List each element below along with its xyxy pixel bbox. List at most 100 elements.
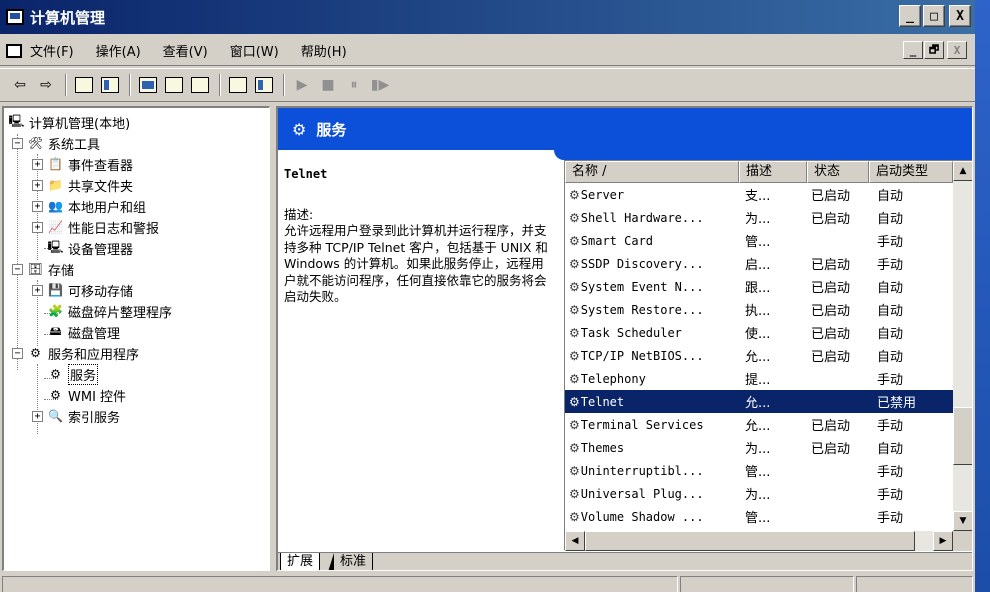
menu-window[interactable]: 窗口(W) [230, 41, 279, 60]
tab-extended[interactable]: 扩展 [280, 553, 321, 570]
menu-help[interactable]: 帮助(H) [301, 41, 347, 60]
expand-icon[interactable]: + [32, 410, 43, 422]
console-tree[interactable]: 🖳 计算机管理(本地) − 🛠 系统工具 + 📋 事件查看器 + 📁 共享文件夹… [2, 106, 270, 571]
tree-node-performance-logs[interactable]: + 📈 性能日志和警报 [32, 217, 159, 237]
tree-node-label: 性能日志和警报 [68, 221, 160, 237]
service-gear-icon: ⚙ [569, 394, 580, 409]
column-header-name[interactable]: 名称 / [565, 161, 739, 183]
tab-standard[interactable]: 标准 [327, 553, 374, 570]
refresh-button[interactable] [162, 73, 186, 97]
toolbar: ⇦ ⇨ ▶ ■ ⏸ ▮▶ [0, 68, 975, 102]
collapse-icon[interactable]: − [12, 263, 23, 275]
service-status-cell: 已启动 [811, 442, 851, 457]
tree-node-event-viewer[interactable]: + 📋 事件查看器 [32, 154, 133, 174]
expand-icon[interactable]: + [32, 158, 43, 170]
tree-node-local-users[interactable]: + 👥 本地用户和组 [32, 196, 146, 216]
restart-service-button[interactable]: ▮▶ [368, 73, 392, 97]
tree-node-removable-storage[interactable]: + 💾 可移动存储 [32, 280, 133, 300]
list-item[interactable]: ⚙ TCP/IP NetBIOS... 允... 已启动 自动 [565, 344, 953, 367]
expand-icon[interactable]: + [32, 284, 43, 296]
toolbar-separator [65, 74, 67, 96]
service-name-cell: ⚙ Terminal Services [565, 418, 735, 432]
tree-node-services-apps[interactable]: − ⚙ 服务和应用程序 [12, 343, 139, 363]
start-service-button[interactable]: ▶ [290, 73, 314, 97]
service-startup-type-cell: 手动 [877, 488, 904, 503]
scroll-up-button[interactable]: ▲ [953, 161, 972, 181]
service-name-cell: ⚙ TCP/IP NetBIOS... [565, 349, 735, 363]
system-menu-icon[interactable] [6, 43, 22, 58]
service-name: Task Scheduler [580, 325, 682, 340]
services-apps-icon: ⚙ [30, 346, 41, 360]
expand-icon[interactable]: + [32, 179, 43, 191]
horizontal-scroll-thumb[interactable] [585, 531, 915, 551]
list-item[interactable]: ⚙ Task Scheduler 使... 已启动 自动 [565, 321, 953, 344]
properties-button[interactable] [136, 73, 160, 97]
tree-node-shared-folders[interactable]: + 📁 共享文件夹 [32, 175, 133, 195]
column-header-status[interactable]: 状态 [807, 161, 869, 183]
tree-node-disk-management[interactable]: 🖴 磁盘管理 [47, 322, 120, 342]
menu-file[interactable]: 文件(F) [30, 41, 74, 60]
collapse-icon[interactable]: − [12, 347, 23, 359]
horizontal-scrollbar[interactable]: ◀ ▶ [565, 531, 953, 551]
maximize-button[interactable]: □ [923, 5, 945, 27]
scroll-right-button[interactable]: ▶ [933, 531, 953, 551]
mdi-restore-button[interactable]: 🗗 [924, 41, 944, 59]
column-header-description[interactable]: 描述 [739, 161, 807, 183]
tree-node-indexing-service[interactable]: + 🔍 索引服务 [32, 406, 120, 426]
services-list[interactable]: 名称 / 描述 状态 启动类型 ⚙ Server 支... 已启动 自动 ⚙ Shell H… [564, 160, 972, 551]
expand-icon[interactable]: + [32, 221, 43, 233]
list-item[interactable]: ⚙ System Event N... 跟... 已启动 自动 [565, 275, 953, 298]
expand-icon[interactable]: + [32, 200, 43, 212]
list-item[interactable]: ⚙ Telnet 允... 已禁用 [565, 390, 953, 413]
vertical-scroll-thumb[interactable] [953, 407, 972, 465]
mdi-minimize-button[interactable]: _ [903, 41, 923, 59]
services-icon: ⚙ [50, 367, 61, 381]
list-item[interactable]: ⚙ System Restore... 执... 已启动 自动 [565, 298, 953, 321]
list-item[interactable]: ⚙ Volume Shadow ... 管... 手动 [565, 505, 953, 528]
menu-view[interactable]: 查看(V) [163, 41, 208, 60]
show-hide-tree-button[interactable] [98, 73, 122, 97]
service-status-cell: 已启动 [811, 281, 851, 296]
tree-node-device-manager[interactable]: 🖳 设备管理器 [47, 238, 133, 258]
title-bar[interactable]: 计算机管理 _ □ X [0, 0, 975, 34]
mdi-close-button[interactable]: X [947, 41, 967, 59]
list-item[interactable]: ⚙ Server 支... 已启动 自动 [565, 183, 953, 206]
minimize-button[interactable]: _ [899, 5, 921, 27]
back-button[interactable]: ⇦ [8, 73, 32, 97]
service-name-cell: ⚙ Volume Shadow ... [565, 510, 735, 524]
stop-service-button[interactable]: ■ [316, 73, 340, 97]
status-bar [0, 574, 975, 592]
export-list-button[interactable] [188, 73, 212, 97]
vertical-scrollbar[interactable]: ▲ ▼ [953, 161, 972, 531]
scroll-left-button[interactable]: ◀ [565, 531, 585, 551]
tree-node-system-tools[interactable]: − 🛠 系统工具 [12, 133, 100, 153]
tree-root[interactable]: 🖳 计算机管理(本地) [8, 112, 130, 132]
scroll-down-button[interactable]: ▼ [953, 511, 972, 531]
pause-service-button[interactable]: ⏸ [342, 73, 366, 97]
up-one-level-button[interactable] [72, 73, 96, 97]
tree-node-label: 磁盘碎片整理程序 [68, 305, 173, 321]
status-cell [856, 576, 973, 592]
tree-node-storage[interactable]: − 🗄 存储 [12, 259, 74, 279]
help-button[interactable] [226, 73, 250, 97]
service-startup-type-cell: 自动 [877, 327, 904, 342]
collapse-icon[interactable]: − [12, 137, 23, 149]
view-button[interactable] [252, 73, 276, 97]
menu-action[interactable]: 操作(A) [96, 41, 141, 60]
forward-button[interactable]: ⇨ [34, 73, 58, 97]
list-item[interactable]: ⚙ SSDP Discovery... 启... 已启动 手动 [565, 252, 953, 275]
properties-icon [139, 77, 157, 93]
tree-node-wmi-control[interactable]: ⚙ WMI 控件 [47, 385, 126, 405]
list-item[interactable]: ⚙ Themes 为... 已启动 自动 [565, 436, 953, 459]
list-item[interactable]: ⚙ Terminal Services 允... 已启动 手动 [565, 413, 953, 436]
tree-node-services[interactable]: ⚙ 服务 [47, 363, 99, 385]
list-item[interactable]: ⚙ Smart Card 管... 手动 [565, 229, 953, 252]
close-button[interactable]: X [949, 5, 971, 27]
list-item[interactable]: ⚙ Shell Hardware... 为... 已启动 自动 [565, 206, 953, 229]
list-item[interactable]: ⚙ Uninterruptibl... 管... 手动 [565, 459, 953, 482]
tree-node-defragmenter[interactable]: 🧩 磁盘碎片整理程序 [47, 301, 172, 321]
service-status-cell: 已启动 [811, 304, 851, 319]
list-item[interactable]: ⚙ Telephony 提... 手动 [565, 367, 953, 390]
column-header-startup-type[interactable]: 启动类型 [869, 161, 953, 183]
list-item[interactable]: ⚙ Universal Plug... 为... 手动 [565, 482, 953, 505]
